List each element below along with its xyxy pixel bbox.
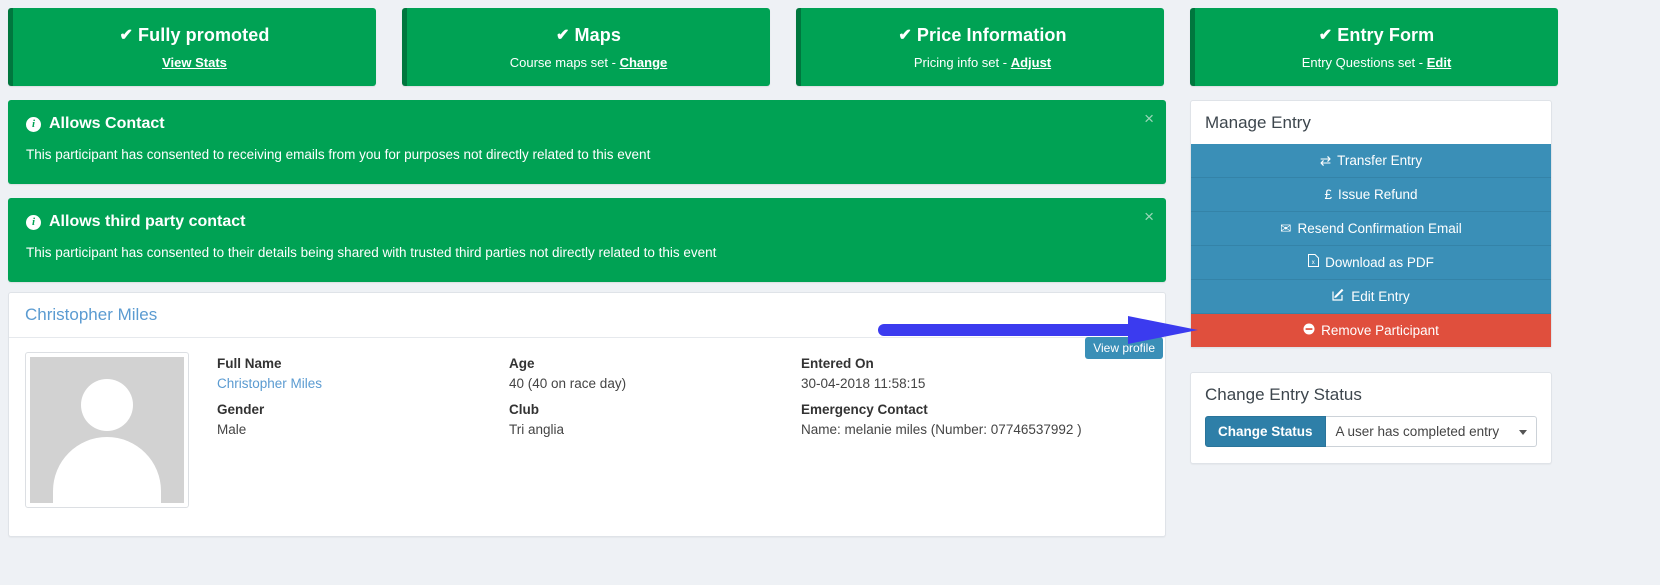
check-icon: ✔ bbox=[1319, 25, 1333, 47]
view-stats-link[interactable]: View Stats bbox=[162, 55, 227, 70]
alert-stack: iAllows Contact This participant has con… bbox=[8, 100, 1166, 296]
resend-confirmation-email-button[interactable]: ✉Resend Confirmation Email bbox=[1191, 212, 1551, 246]
pencil-square-icon bbox=[1332, 288, 1345, 305]
alert-body: This participant has consented to receiv… bbox=[26, 146, 1148, 164]
manage-entry-title: Manage Entry bbox=[1191, 101, 1551, 144]
status-card-title: ✔Maps bbox=[417, 24, 760, 47]
alert-heading: iAllows Contact bbox=[26, 114, 1148, 134]
svg-text:x: x bbox=[1312, 260, 1315, 266]
close-icon[interactable]: × bbox=[1144, 208, 1154, 225]
view-profile-tooltip: View profile bbox=[1085, 337, 1163, 359]
check-icon: ✔ bbox=[898, 25, 912, 47]
avatar bbox=[25, 352, 189, 508]
envelope-icon: ✉ bbox=[1280, 220, 1291, 237]
field-column-1: Full Name Christopher Miles Gender Male bbox=[217, 354, 509, 508]
participant-panel: Christopher Miles View profile Full Name… bbox=[8, 292, 1166, 537]
status-card-maps: ✔Maps Course maps set - Change bbox=[402, 8, 770, 86]
status-card-title: ✔Fully promoted bbox=[23, 24, 366, 47]
change-maps-link[interactable]: Change bbox=[620, 55, 668, 70]
alert-heading: iAllows third party contact bbox=[26, 212, 1148, 232]
status-card-title: ✔Price Information bbox=[811, 24, 1154, 47]
field-label-club: Club bbox=[509, 400, 801, 420]
alert-allows-contact: iAllows Contact This participant has con… bbox=[8, 100, 1166, 184]
info-icon: i bbox=[26, 215, 41, 230]
status-card-title: ✔Entry Form bbox=[1205, 24, 1548, 47]
edit-entry-questions-link[interactable]: Edit bbox=[1427, 55, 1452, 70]
check-icon: ✔ bbox=[556, 25, 570, 47]
field-value-entered-on: 30-04-2018 11:58:15 bbox=[801, 374, 1149, 394]
status-card-fully-promoted: ✔Fully promoted View Stats bbox=[8, 8, 376, 86]
field-label-emergency-contact: Emergency Contact bbox=[801, 400, 1149, 420]
field-label-age: Age bbox=[509, 354, 801, 374]
participant-fields: Full Name Christopher Miles Gender Male … bbox=[189, 352, 1149, 508]
manage-entry-card: Manage Entry ⇄Transfer Entry £Issue Refu… bbox=[1190, 100, 1552, 348]
field-column-2: Age 40 (40 on race day) Club Tri anglia bbox=[509, 354, 801, 508]
change-entry-status-card: Change Entry Status Change Status A user… bbox=[1190, 372, 1552, 464]
transfer-icon: ⇄ bbox=[1320, 152, 1331, 169]
participant-panel-header: Christopher Miles View profile bbox=[9, 293, 1165, 338]
transfer-entry-button[interactable]: ⇄Transfer Entry bbox=[1191, 144, 1551, 178]
chevron-down-icon bbox=[1519, 430, 1527, 435]
manage-entry-actions: ⇄Transfer Entry £Issue Refund ✉Resend Co… bbox=[1191, 144, 1551, 347]
entry-status-selected-value: A user has completed entry bbox=[1336, 424, 1500, 439]
pound-icon: £ bbox=[1324, 186, 1332, 203]
check-icon: ✔ bbox=[120, 25, 134, 47]
field-value-age: 40 (40 on race day) bbox=[509, 374, 801, 394]
change-entry-status-title: Change Entry Status bbox=[1191, 373, 1551, 416]
field-value-emergency-contact: Name: melanie miles (Number: 07746537992… bbox=[801, 420, 1149, 440]
field-value-full-name[interactable]: Christopher Miles bbox=[217, 374, 509, 394]
status-card-subtext: Entry Questions set - Edit bbox=[1205, 55, 1548, 71]
participant-name-link[interactable]: Christopher Miles bbox=[25, 305, 157, 325]
issue-refund-button[interactable]: £Issue Refund bbox=[1191, 178, 1551, 212]
status-card-price-information: ✔Price Information Pricing info set - Ad… bbox=[796, 8, 1164, 86]
change-status-form: Change Status A user has completed entry bbox=[1191, 416, 1551, 463]
close-icon[interactable]: × bbox=[1144, 110, 1154, 127]
avatar-body-shape bbox=[53, 437, 161, 503]
download-as-pdf-button[interactable]: x Download as PDF bbox=[1191, 246, 1551, 280]
info-icon: i bbox=[26, 117, 41, 132]
field-label-full-name: Full Name bbox=[217, 354, 509, 374]
adjust-pricing-link[interactable]: Adjust bbox=[1011, 55, 1051, 70]
alert-body: This participant has consented to their … bbox=[26, 244, 1148, 262]
avatar-head-shape bbox=[81, 379, 133, 431]
alert-allows-third-party-contact: iAllows third party contact This partici… bbox=[8, 198, 1166, 282]
status-card-row: ✔Fully promoted View Stats ✔Maps Course … bbox=[8, 8, 1652, 86]
status-card-subtext: Course maps set - Change bbox=[417, 55, 760, 71]
change-status-button[interactable]: Change Status bbox=[1205, 416, 1326, 447]
minus-circle-icon bbox=[1303, 322, 1315, 339]
edit-entry-button[interactable]: Edit Entry bbox=[1191, 280, 1551, 314]
sidebar: Manage Entry ⇄Transfer Entry £Issue Refu… bbox=[1190, 100, 1552, 488]
status-card-entry-form: ✔Entry Form Entry Questions set - Edit bbox=[1190, 8, 1558, 86]
status-card-subtext: View Stats bbox=[23, 55, 366, 71]
pdf-file-icon: x bbox=[1308, 254, 1319, 271]
participant-panel-body: Full Name Christopher Miles Gender Male … bbox=[9, 338, 1165, 524]
status-card-subtext: Pricing info set - Adjust bbox=[811, 55, 1154, 71]
field-label-gender: Gender bbox=[217, 400, 509, 420]
entry-status-select[interactable]: A user has completed entry bbox=[1326, 416, 1537, 447]
field-value-club: Tri anglia bbox=[509, 420, 801, 440]
page-root: ✔Fully promoted View Stats ✔Maps Course … bbox=[0, 0, 1660, 585]
avatar-placeholder-icon bbox=[30, 357, 184, 503]
field-value-gender: Male bbox=[217, 420, 509, 440]
field-column-3: Entered On 30-04-2018 11:58:15 Emergency… bbox=[801, 354, 1149, 508]
remove-participant-button[interactable]: Remove Participant bbox=[1191, 314, 1551, 347]
